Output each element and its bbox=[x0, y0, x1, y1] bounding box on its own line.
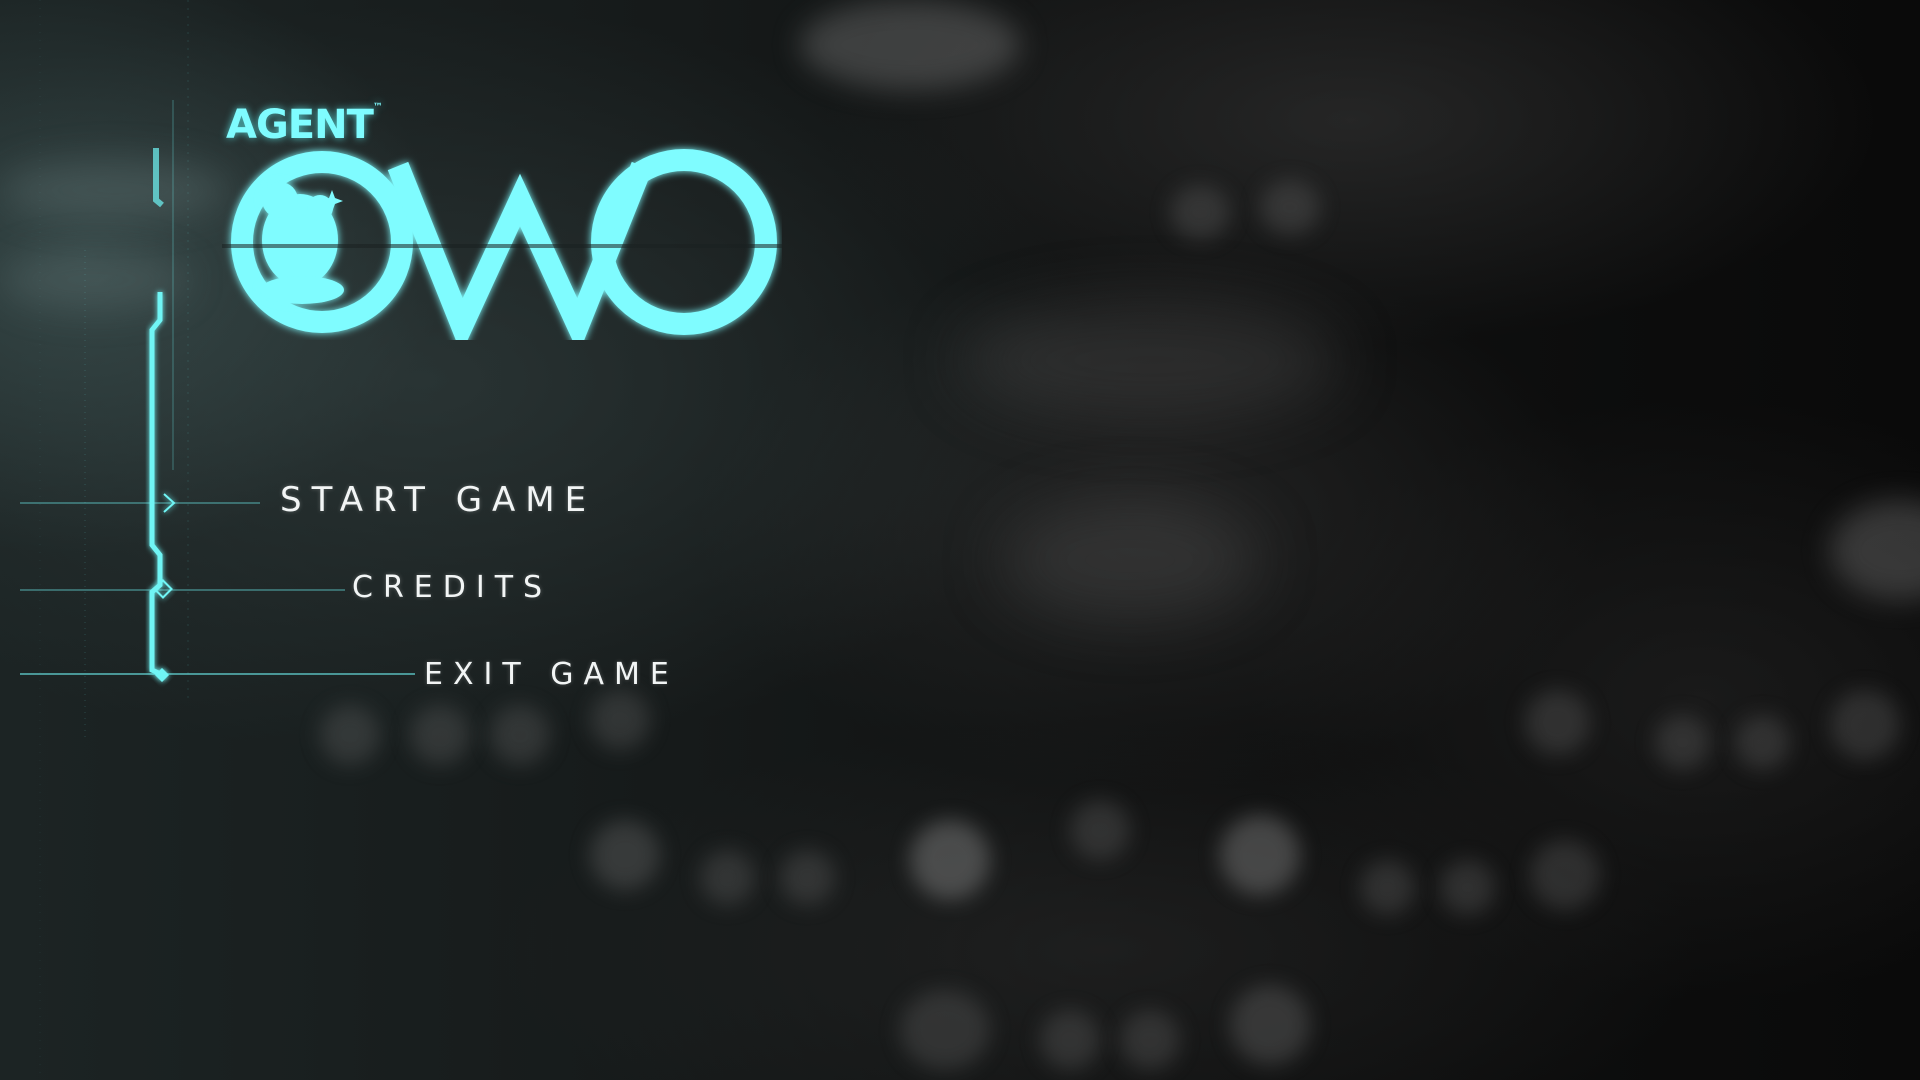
start-game-button[interactable]: START GAME bbox=[280, 480, 596, 520]
game-logo: AGENT™ bbox=[222, 100, 782, 340]
hud-bracket bbox=[149, 292, 167, 679]
credits-button[interactable]: CREDITS bbox=[352, 570, 552, 605]
logo-owo-graphic bbox=[222, 149, 782, 340]
exit-game-button[interactable]: EXIT GAME bbox=[424, 657, 679, 692]
main-menu-screen: AGENT™ START GAME CREDITS EXIT GAME bbox=[0, 0, 1920, 1080]
